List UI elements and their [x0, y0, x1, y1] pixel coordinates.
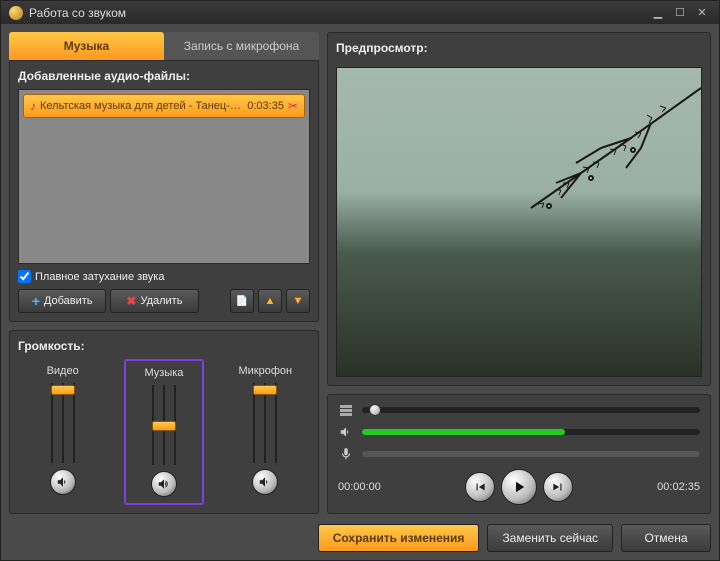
- time-total: 00:02:35: [583, 481, 700, 493]
- source-tabs: Музыка Запись с микрофона: [9, 32, 319, 60]
- move-down-button[interactable]: ▼: [286, 289, 310, 313]
- delete-button[interactable]: ✖ Удалить: [110, 289, 198, 313]
- footer-buttons: Сохранить изменения Заменить сейчас Отме…: [9, 522, 711, 552]
- fade-checkbox[interactable]: [18, 270, 31, 283]
- microphone-icon: [338, 447, 354, 461]
- play-button[interactable]: [501, 469, 537, 505]
- mute-music-button[interactable]: [151, 471, 177, 497]
- video-seek-slider[interactable]: [362, 407, 700, 413]
- time-current: 00:00:00: [338, 481, 455, 493]
- tab-microphone[interactable]: Запись с микрофона: [164, 32, 319, 60]
- volume-video-col: Видео: [23, 359, 103, 505]
- volume-music-col: Музыка: [124, 359, 204, 505]
- playback-controls: 00:00:00 00:02:35: [327, 394, 711, 514]
- file-duration: 0:03:35: [247, 100, 284, 112]
- arrow-down-icon: ▼: [293, 295, 304, 307]
- remove-file-button[interactable]: 📄: [230, 289, 254, 313]
- save-button[interactable]: Сохранить изменения: [318, 524, 480, 552]
- arrow-up-icon: ▲: [265, 295, 276, 307]
- volume-mic-slider[interactable]: [245, 383, 285, 463]
- app-icon: [9, 6, 23, 20]
- next-button[interactable]: [543, 472, 573, 502]
- volume-panel: Громкость: Видео Музыка: [9, 330, 319, 514]
- replace-now-button[interactable]: Заменить сейчас: [487, 524, 613, 552]
- titlebar[interactable]: Работа со звуком ▁ ☐ ✕: [1, 1, 719, 24]
- speaker-icon: [258, 475, 272, 489]
- skip-prev-icon: [473, 480, 487, 494]
- volume-mic-label: Микрофон: [239, 365, 293, 377]
- volume-video-label: Видео: [47, 365, 79, 377]
- move-up-button[interactable]: ▲: [258, 289, 282, 313]
- files-panel: Добавленные аудио-файлы: ♪ Кельтская муз…: [9, 60, 319, 322]
- cancel-button[interactable]: Отмена: [621, 524, 711, 552]
- speaker-icon: [157, 477, 171, 491]
- x-icon: ✖: [126, 294, 136, 308]
- fade-checkbox-row[interactable]: Плавное затухание звука: [18, 270, 310, 283]
- minimize-button[interactable]: ▁: [649, 6, 667, 20]
- close-button[interactable]: ✕: [693, 6, 711, 20]
- volume-music-label: Музыка: [145, 367, 184, 379]
- file-name: Кельтская музыка для детей - Танец-Ht...: [40, 100, 243, 112]
- remove-file-icon: 📄: [236, 296, 248, 307]
- preview-panel: Предпросмотр:: [327, 32, 711, 386]
- window-title: Работа со звуком: [29, 6, 126, 20]
- mic-seek-slider[interactable]: [362, 451, 700, 457]
- preview-frame: [337, 68, 701, 376]
- preview-branch-graphic: [491, 78, 701, 228]
- files-heading: Добавленные аудио-файлы:: [18, 69, 310, 83]
- skip-next-icon: [551, 480, 565, 494]
- preview-viewport[interactable]: [336, 67, 702, 377]
- music-seek-slider[interactable]: [362, 429, 700, 435]
- volume-mic-col: Микрофон: [225, 359, 305, 505]
- filmstrip-icon: [338, 403, 354, 417]
- prev-button[interactable]: [465, 472, 495, 502]
- delete-label: Удалить: [140, 295, 182, 307]
- speaker-icon: [338, 425, 354, 439]
- volume-music-slider[interactable]: [144, 385, 184, 465]
- play-icon: [510, 478, 528, 496]
- audio-file-list[interactable]: ♪ Кельтская музыка для детей - Танец-Ht.…: [18, 89, 310, 264]
- audio-file-item[interactable]: ♪ Кельтская музыка для детей - Танец-Ht.…: [23, 94, 305, 118]
- maximize-button[interactable]: ☐: [671, 6, 689, 20]
- fade-label: Плавное затухание звука: [35, 271, 164, 283]
- volume-video-slider[interactable]: [43, 383, 83, 463]
- music-note-icon: ♪: [30, 99, 36, 113]
- mute-mic-button[interactable]: [252, 469, 278, 495]
- preview-heading: Предпросмотр:: [336, 41, 702, 55]
- audio-editor-window: Работа со звуком ▁ ☐ ✕ Музыка Запись с м…: [0, 0, 720, 561]
- trim-icon[interactable]: ✂: [288, 99, 298, 113]
- tab-music[interactable]: Музыка: [9, 32, 164, 60]
- mute-video-button[interactable]: [50, 469, 76, 495]
- volume-heading: Громкость:: [18, 339, 310, 353]
- add-button[interactable]: + Добавить: [18, 289, 106, 313]
- add-label: Добавить: [44, 295, 93, 307]
- speaker-icon: [56, 475, 70, 489]
- plus-icon: +: [32, 293, 40, 309]
